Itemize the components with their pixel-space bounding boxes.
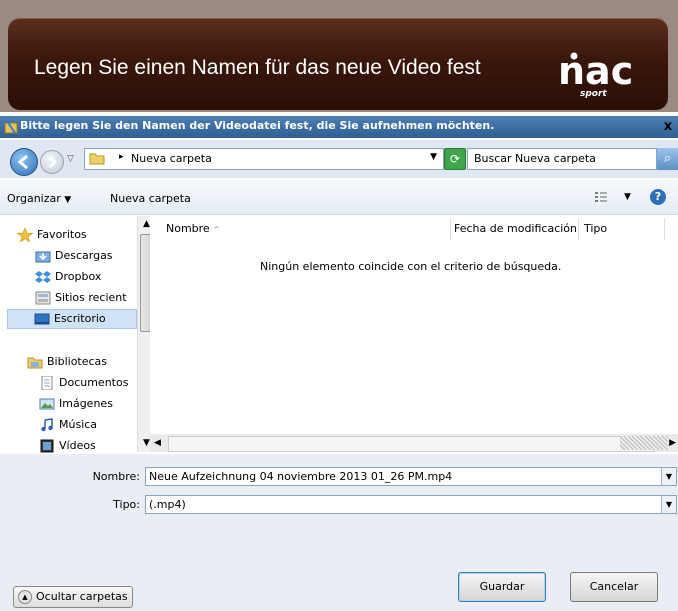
- filetype-dropdown-icon[interactable]: ▼: [661, 496, 676, 513]
- view-dropdown-icon[interactable]: ▼: [624, 192, 631, 202]
- nav-recent-places[interactable]: Sitios recient: [35, 289, 127, 307]
- history-dropdown-icon[interactable]: ▽: [67, 154, 74, 164]
- nav-pictures-label: Imágenes: [59, 397, 113, 410]
- back-button[interactable]: [10, 148, 38, 176]
- nav-videos[interactable]: Vídeos: [39, 437, 96, 455]
- star-icon: [17, 228, 33, 242]
- column-header-name[interactable]: Nombre ^: [166, 218, 451, 240]
- navigation-pane: Favoritos Descargas Dropbox Sitios recie…: [7, 216, 155, 455]
- address-box[interactable]: ▸ Nueva carpeta ▼: [84, 148, 444, 170]
- scroll-right-icon[interactable]: ▶: [669, 434, 676, 452]
- address-path[interactable]: Nueva carpeta: [131, 152, 212, 165]
- toolbar: Organizar ▼ Nueva carpeta ▼ ?: [0, 180, 678, 215]
- videos-icon: [40, 439, 54, 453]
- organize-label: Organizar: [7, 192, 61, 205]
- breadcrumb-chevron-icon[interactable]: ▸: [119, 152, 124, 162]
- search-icon[interactable]: ⌕: [657, 148, 678, 170]
- address-dropdown-icon[interactable]: ▼: [430, 152, 437, 162]
- nav-favorites-label: Favoritos: [37, 228, 87, 241]
- nav-recent-places-label: Sitios recient: [55, 291, 127, 304]
- column-header-modified[interactable]: Fecha de modificación: [454, 218, 579, 240]
- content-scrollbar[interactable]: ◀ ▶: [150, 434, 678, 452]
- forward-arrow-icon: [49, 156, 57, 168]
- nav-pictures[interactable]: Imágenes: [39, 395, 113, 413]
- new-folder-button[interactable]: Nueva carpeta: [110, 192, 191, 205]
- filetype-value[interactable]: (.mp4): [149, 498, 186, 511]
- sort-ascending-icon: ^: [213, 225, 220, 234]
- nav-libraries-label: Bibliotecas: [47, 355, 108, 368]
- nav-documents-label: Documentos: [59, 376, 129, 389]
- downloads-folder-icon: [35, 251, 51, 263]
- save-button[interactable]: Guardar: [458, 572, 546, 602]
- help-icon[interactable]: ?: [650, 189, 666, 205]
- nav-videos-label: Vídeos: [59, 439, 96, 452]
- logo-sub-text: sport: [580, 89, 607, 98]
- hide-folders-button[interactable]: ▲ Ocultar carpetas: [13, 586, 133, 608]
- hide-folders-label: Ocultar carpetas: [36, 590, 128, 603]
- nav-dropbox-label: Dropbox: [55, 270, 102, 283]
- search-input[interactable]: Buscar Nueva carpeta: [467, 148, 657, 170]
- dialog-title: Bitte legen Sie den Namen der Videodatei…: [20, 119, 495, 132]
- column-header-type[interactable]: Tipo: [584, 218, 665, 240]
- column-name-label: Nombre: [166, 222, 210, 235]
- back-arrow-icon: [17, 154, 28, 170]
- desktop-icon: [34, 313, 50, 325]
- dropbox-icon: [35, 271, 51, 283]
- libraries-icon: [27, 357, 43, 369]
- cancel-button[interactable]: Cancelar: [570, 572, 658, 602]
- logo-text: nac: [558, 49, 633, 93]
- filename-label: Nombre:: [92, 470, 140, 483]
- nav-music-label: Música: [59, 418, 98, 431]
- scroll-grip: [620, 436, 668, 450]
- scroll-left-icon[interactable]: ◀: [154, 434, 161, 452]
- close-button[interactable]: x: [660, 118, 676, 135]
- filename-dropdown-icon[interactable]: ▼: [661, 468, 676, 485]
- nac-sport-logo: nac sport: [558, 49, 633, 98]
- nav-downloads-label: Descargas: [55, 249, 113, 262]
- nav-desktop-label: Escritorio: [54, 312, 106, 325]
- documents-icon: [41, 376, 53, 390]
- nav-documents[interactable]: Documentos: [39, 374, 128, 392]
- filename-field[interactable]: Neue Aufzeichnung 04 noviembre 2013 01_2…: [145, 467, 677, 486]
- filename-value[interactable]: Neue Aufzeichnung 04 noviembre 2013 01_2…: [149, 470, 452, 483]
- organize-menu[interactable]: Organizar ▼: [7, 192, 71, 205]
- refresh-button[interactable]: ⟳: [444, 148, 466, 170]
- file-list: Nombre ^ Fecha de modificación Tipo Ning…: [150, 216, 678, 452]
- pictures-icon: [39, 398, 55, 410]
- nav-music[interactable]: Música: [39, 416, 97, 434]
- banner-title: Legen Sie einen Namen für das neue Video…: [34, 56, 481, 79]
- folder-icon: [89, 153, 105, 165]
- app-icon: [4, 120, 18, 134]
- search-placeholder: Buscar Nueva carpeta: [474, 152, 596, 165]
- address-bar: ▽ ▸ Nueva carpeta ▼ ⟳ Buscar Nueva carpe…: [0, 140, 678, 178]
- music-icon: [41, 418, 53, 432]
- nav-downloads[interactable]: Descargas: [35, 247, 113, 265]
- nav-desktop[interactable]: Escritorio: [7, 309, 137, 329]
- filetype-label: Tipo:: [113, 498, 140, 511]
- nav-favorites[interactable]: Favoritos: [17, 226, 87, 244]
- nav-dropbox[interactable]: Dropbox: [35, 268, 101, 286]
- scroll-track[interactable]: [168, 436, 654, 452]
- dialog-titlebar: Bitte legen Sie den Namen der Videodatei…: [0, 116, 678, 138]
- save-options-panel: Nombre: Neue Aufzeichnung 04 noviembre 2…: [0, 454, 678, 611]
- recent-places-icon: [35, 291, 51, 305]
- empty-message: Ningún elemento coincide con el criterio…: [260, 260, 562, 273]
- organize-dropdown-icon: ▼: [64, 195, 72, 205]
- collapse-icon: ▲: [18, 590, 32, 604]
- view-options-icon[interactable]: [594, 190, 608, 204]
- filetype-select[interactable]: (.mp4) ▼: [145, 495, 677, 514]
- forward-button[interactable]: [40, 150, 64, 174]
- nav-libraries[interactable]: Bibliotecas: [27, 353, 107, 371]
- banner: Legen Sie einen Namen für das neue Video…: [8, 18, 668, 110]
